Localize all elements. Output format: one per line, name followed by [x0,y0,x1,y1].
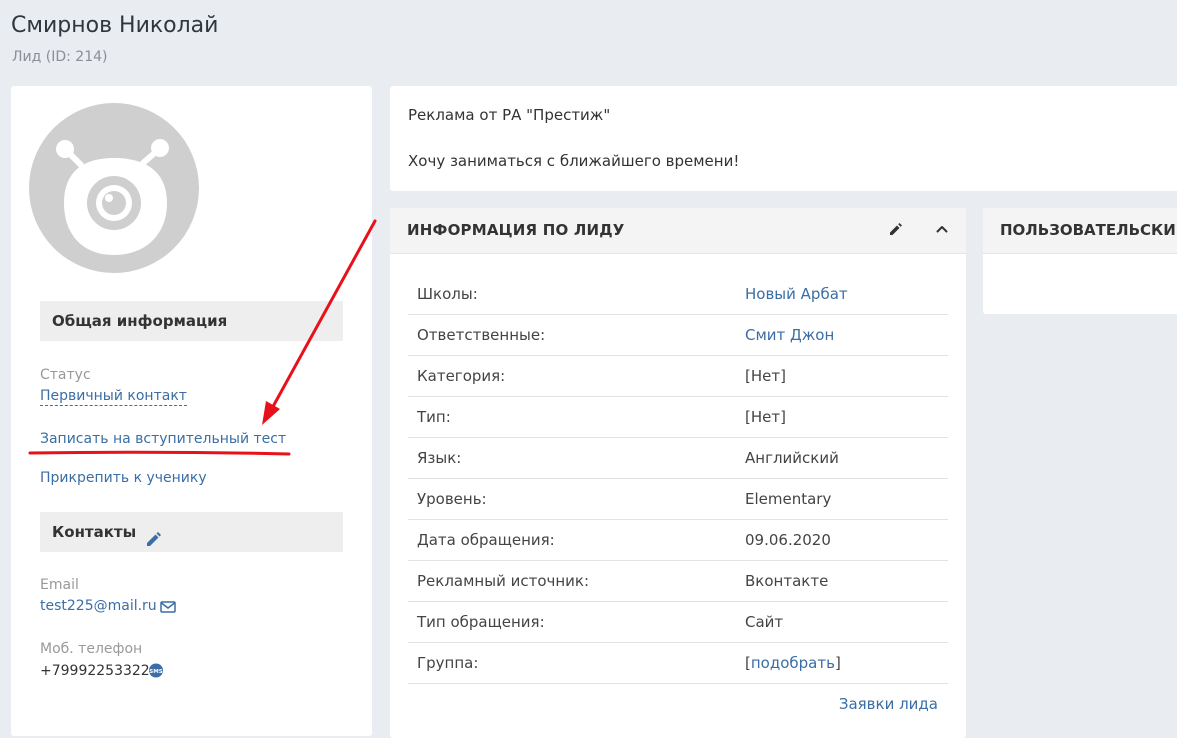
field-label-category: Категория: [417,367,506,385]
field-label-type: Тип: [417,408,451,426]
field-value-level: Elementary [745,490,832,508]
field-value-type: [Нет] [745,408,786,426]
table-row: Тип: [Нет] [408,397,948,438]
pick-group-link[interactable]: подобрать [751,654,835,672]
field-label-request-date: Дата обращения: [417,531,555,549]
svg-text:SMS: SMS [149,669,162,675]
field-label-level: Уровень: [417,490,487,508]
edit-pencil-icon[interactable] [888,221,906,239]
table-row: Язык: Английский [408,438,948,479]
table-row: Рекламный источник: Вконтакте [408,561,948,602]
group-bracket-close: ] [834,654,841,672]
status-label: Статус [40,367,91,383]
lead-info-card: ИНФОРМАЦИЯ ПО ЛИДУ Школы: Новый Арбат От… [390,208,966,738]
field-value-language: Английский [745,449,839,467]
attach-to-student-link[interactable]: Прикрепить к ученику [40,470,207,486]
table-row: Категория: [Нет] [408,356,948,397]
table-row: Тип обращения: Сайт [408,602,948,643]
field-value-request-date: 09.06.2020 [745,531,831,549]
email-link[interactable]: test225@mail.ru [40,598,157,614]
phone-label: Моб. телефон [40,641,143,657]
page-title: Смирнов Николай [11,13,219,38]
table-row: Уровень: Elementary [408,479,948,520]
field-label-request-type: Тип обращения: [417,613,545,631]
envelope-icon[interactable] [160,599,176,618]
lead-note-card: Реклама от РА "Престиж" Хочу заниматься … [390,86,1177,191]
page-subtitle: Лид (ID: 214) [12,49,108,65]
avatar [29,103,199,273]
email-label: Email [40,577,79,593]
lead-requests-link[interactable]: Заявки лида [839,695,938,713]
avatar-placeholder-icon [29,103,199,273]
note-line-1: Реклама от РА "Престиж" [408,106,611,124]
field-value-group: [подобрать] [745,643,841,683]
status-value-link[interactable]: Первичный контакт [40,388,187,406]
chevron-up-icon[interactable] [935,221,953,239]
sms-icon[interactable]: SMS [148,663,164,679]
status-value[interactable]: Первичный контакт [40,388,187,406]
note-line-2: Хочу заниматься с ближайшего времени! [408,152,740,170]
table-row: Группа: [подобрать] [408,643,948,684]
field-label-group: Группа: [417,654,479,672]
field-value-schools-link[interactable]: Новый Арбат [745,274,848,314]
general-info-header: Общая информация [40,301,343,341]
field-value-responsible-link[interactable]: Смит Джон [745,315,834,355]
field-value-request-type: Сайт [745,613,784,631]
lead-info-table: Школы: Новый Арбат Ответственные: Смит Д… [408,274,948,684]
field-label-schools: Школы: [417,285,478,303]
lead-info-title: ИНФОРМАЦИЯ ПО ЛИДУ [407,221,625,239]
field-value-ad-source: Вконтакте [745,572,829,590]
field-label-language: Язык: [417,449,462,467]
phone-value: +79992253322 [40,663,150,679]
table-row: Дата обращения: 09.06.2020 [408,520,948,561]
contacts-title: Контакты [52,523,137,541]
custom-fields-header[interactable]: ПОЛЬЗОВАТЕЛЬСКИЕ [983,208,1177,254]
field-label-ad-source: Рекламный источник: [417,572,590,590]
lead-info-header: ИНФОРМАЦИЯ ПО ЛИДУ [390,208,966,254]
table-row: Ответственные: Смит Джон [408,315,948,356]
contacts-header: Контакты [40,512,343,552]
table-row: Школы: Новый Арбат [408,274,948,315]
custom-fields-title: ПОЛЬЗОВАТЕЛЬСКИЕ [1000,221,1177,239]
field-value-category: [Нет] [745,367,786,385]
enroll-entrance-test-link[interactable]: Записать на вступительный тест [40,431,286,447]
profile-card: Общая информация Статус Первичный контак… [11,86,372,736]
field-label-responsible: Ответственные: [417,326,546,344]
pencil-icon[interactable] [144,523,162,546]
custom-fields-card: ПОЛЬЗОВАТЕЛЬСКИЕ [983,208,1177,314]
